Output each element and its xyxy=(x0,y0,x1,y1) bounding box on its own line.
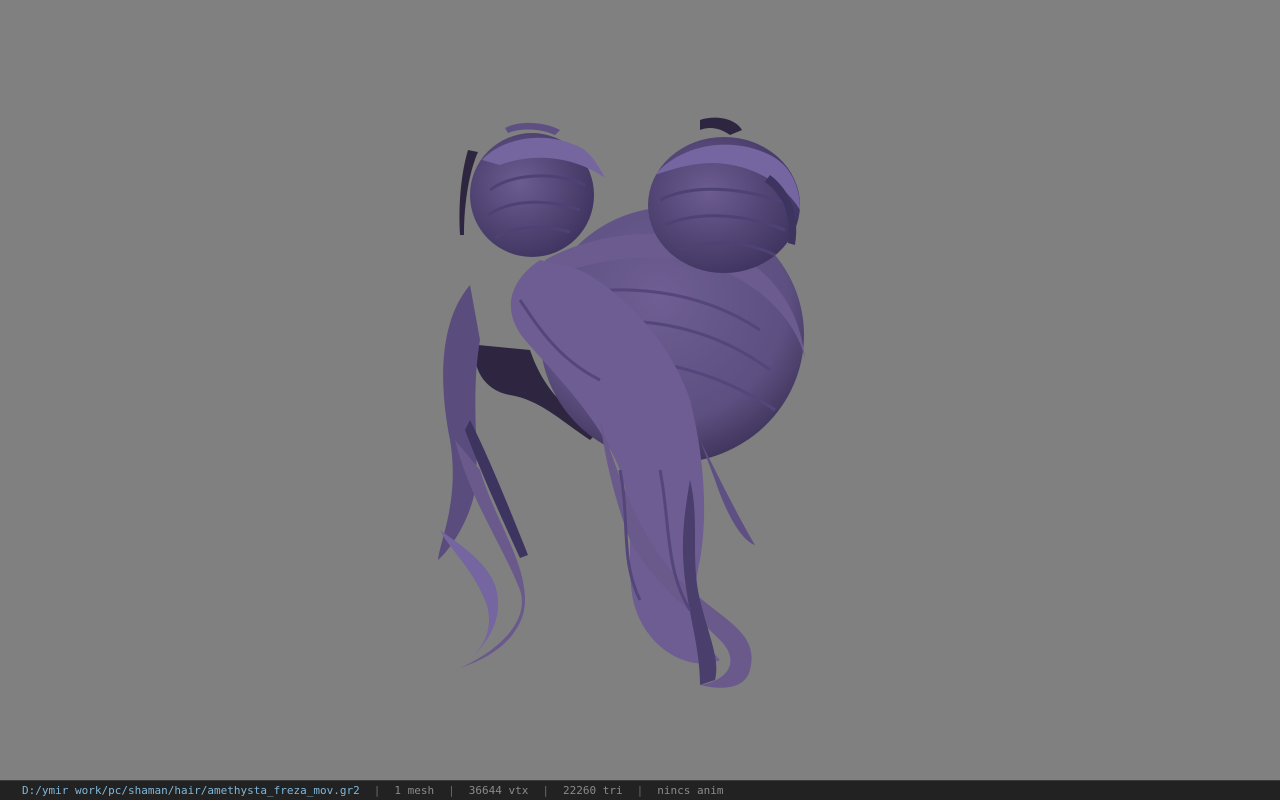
status-bar: D:/ymir work/pc/shaman/hair/amethysta_fr… xyxy=(0,780,1280,800)
status-separator: | xyxy=(448,784,455,797)
hair-bun-left xyxy=(470,122,605,257)
hair-bun-right xyxy=(648,137,800,273)
vertex-count: 36644 vtx xyxy=(468,784,529,797)
hair-back-strands-left xyxy=(438,285,528,668)
status-separator: | xyxy=(542,784,549,797)
status-separator: | xyxy=(636,784,644,797)
status-separator: | xyxy=(373,784,381,797)
triangle-count: 22260 tri xyxy=(563,784,623,797)
file-path: D:/ymir work/pc/shaman/hair/amethysta_fr… xyxy=(22,784,360,797)
3d-viewport[interactable] xyxy=(0,0,1280,780)
mesh-count: 1 mesh xyxy=(394,784,435,797)
hair-model-render xyxy=(438,117,805,688)
anim-status: nincs anim xyxy=(657,784,724,797)
